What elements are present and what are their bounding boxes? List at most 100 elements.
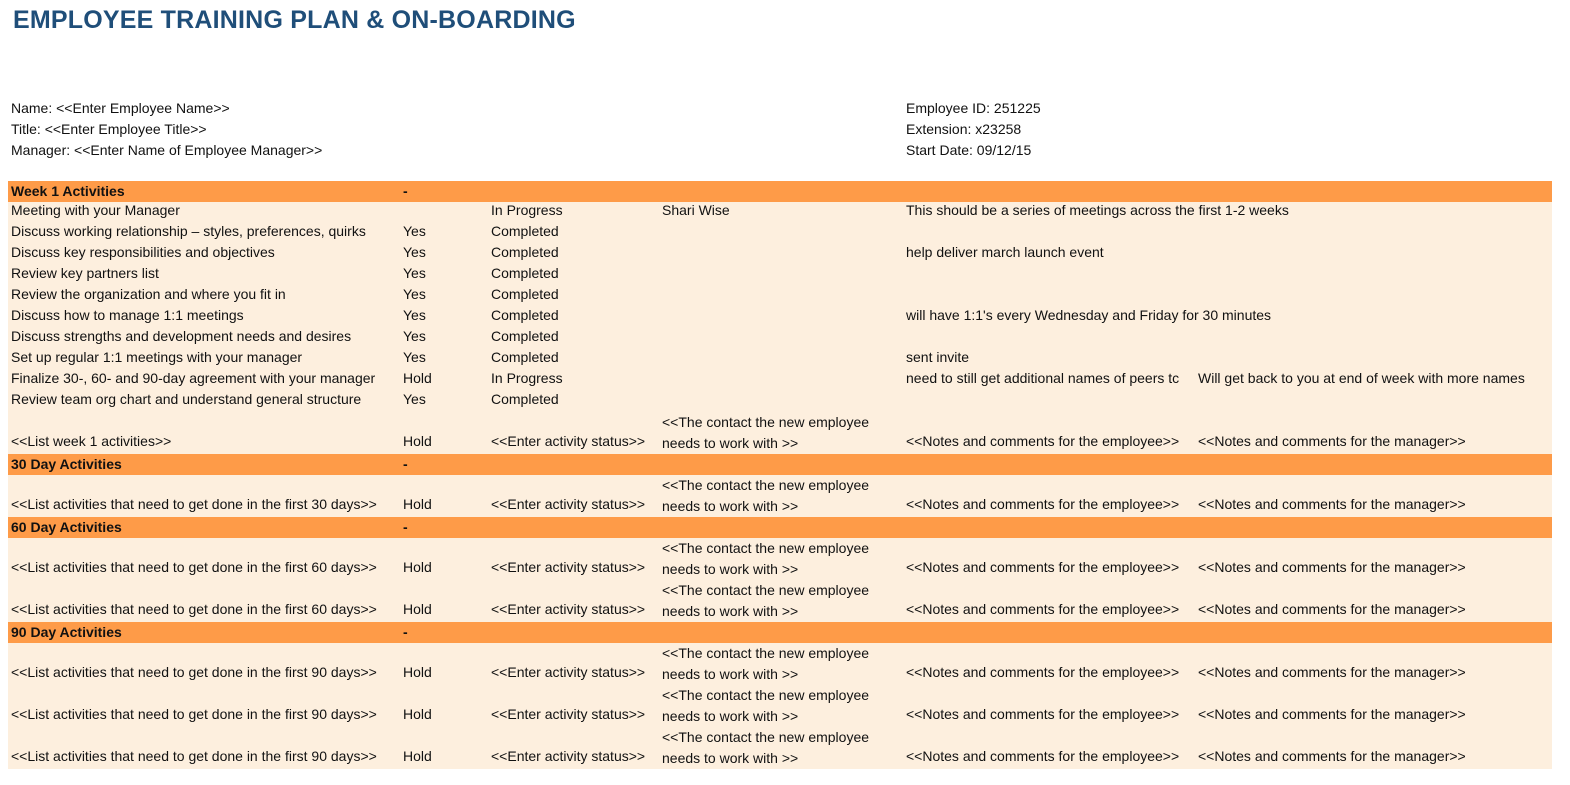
activity-cell[interactable]: <<List activities that need to get done … <box>11 746 377 767</box>
flag-cell[interactable]: Yes <box>403 326 426 347</box>
flag-cell[interactable]: Yes <box>403 305 426 326</box>
table-row: Discuss how to manage 1:1 meetings Yes Com… <box>8 307 1552 328</box>
status-cell[interactable]: In Progress <box>491 200 563 221</box>
contact-cell[interactable]: <<The contact the new employee needs to w… <box>662 643 869 685</box>
employee-manager-field[interactable]: Manager: <<Enter Name of Employee Manage… <box>11 140 322 161</box>
status-cell[interactable]: <<Enter activity status>> <box>491 494 645 515</box>
flag-cell[interactable]: Yes <box>403 242 426 263</box>
status-cell[interactable]: <<Enter activity status>> <box>491 557 645 578</box>
employee-notes-cell[interactable]: help deliver march launch event <box>906 242 1104 263</box>
status-cell[interactable]: <<Enter activity status>> <box>491 746 645 767</box>
flag-cell[interactable]: Hold <box>403 557 432 578</box>
employee-name-field[interactable]: Name: <<Enter Employee Name>> <box>11 98 322 119</box>
employee-notes-cell[interactable]: will have 1:1's every Wednesday and Frid… <box>906 305 1271 326</box>
activity-cell[interactable]: <<List activities that need to get done … <box>11 662 377 683</box>
activity-cell[interactable]: Meeting with your Manager <box>11 200 180 221</box>
contact-cell[interactable]: <<The contact the new employee needs to w… <box>662 580 869 622</box>
section-header: 30 Day Activities - <box>8 454 1552 475</box>
activity-cell[interactable]: <<List week 1 activities>> <box>11 431 171 452</box>
activity-cell[interactable]: Review the organization and where you fi… <box>11 284 286 305</box>
flag-cell[interactable]: Hold <box>403 431 432 452</box>
contact-cell[interactable]: <<The contact the new employee needs to w… <box>662 727 869 769</box>
activity-cell[interactable]: <<List activities that need to get done … <box>11 557 377 578</box>
activity-cell[interactable]: Review key partners list <box>11 263 159 284</box>
section-flag: - <box>403 183 408 199</box>
employee-notes-cell[interactable]: <<Notes and comments for the employee>> <box>906 599 1179 620</box>
flag-cell[interactable]: Hold <box>403 599 432 620</box>
flag-cell[interactable]: Yes <box>403 347 426 368</box>
status-cell[interactable]: Completed <box>491 305 559 326</box>
status-cell[interactable]: Completed <box>491 242 559 263</box>
activity-cell[interactable]: Review team org chart and understand gen… <box>11 389 361 410</box>
activity-cell[interactable]: Discuss strengths and development needs … <box>11 326 351 347</box>
manager-notes-cell[interactable]: <<Notes and comments for the manager>> <box>1198 494 1466 515</box>
flag-cell[interactable]: Hold <box>403 704 432 725</box>
status-cell[interactable]: Completed <box>491 326 559 347</box>
employee-notes-cell[interactable]: <<Notes and comments for the employee>> <box>906 746 1179 767</box>
flag-cell[interactable]: Hold <box>403 494 432 515</box>
activity-cell[interactable]: <<List activities that need to get done … <box>11 494 377 515</box>
table-row: <<List activities that need to get done … <box>8 685 1552 727</box>
contact-line: <<The contact the new employee <box>662 540 870 556</box>
manager-notes-cell[interactable]: <<Notes and comments for the manager>> <box>1198 662 1466 683</box>
table-row: Finalize 30-, 60- and 90-day agreement w… <box>8 370 1552 391</box>
flag-cell[interactable]: Yes <box>403 221 426 242</box>
status-cell[interactable]: Completed <box>491 221 559 242</box>
table-row: Review key partners list Yes Completed <box>8 265 1552 286</box>
employee-notes-cell[interactable]: <<Notes and comments for the employee>> <box>906 704 1179 725</box>
status-cell[interactable]: Completed <box>491 263 559 284</box>
flag-cell[interactable]: Hold <box>403 746 432 767</box>
flag-cell[interactable]: Hold <box>403 662 432 683</box>
table-row: <<List activities that need to get done … <box>8 643 1552 685</box>
employee-title-field[interactable]: Title: <<Enter Employee Title>> <box>11 119 322 140</box>
status-cell[interactable]: <<Enter activity status>> <box>491 704 645 725</box>
activity-cell[interactable]: Finalize 30-, 60- and 90-day agreement w… <box>11 368 375 389</box>
table-row: Review team org chart and understand gen… <box>8 391 1552 412</box>
employee-notes-cell[interactable]: <<Notes and comments for the employee>> <box>906 431 1179 452</box>
contact-cell[interactable]: <<The contact the new employee needs to w… <box>662 412 869 454</box>
contact-cell[interactable]: Shari Wise <box>662 200 730 221</box>
manager-notes-cell[interactable]: <<Notes and comments for the manager>> <box>1198 431 1466 452</box>
manager-notes-cell[interactable]: <<Notes and comments for the manager>> <box>1198 557 1466 578</box>
status-cell[interactable]: <<Enter activity status>> <box>491 662 645 683</box>
contact-cell[interactable]: <<The contact the new employee needs to w… <box>662 475 869 517</box>
section-title: 30 Day Activities <box>11 456 122 472</box>
manager-notes-cell[interactable]: <<Notes and comments for the manager>> <box>1198 746 1466 767</box>
flag-cell[interactable]: Yes <box>403 389 426 410</box>
flag-cell[interactable]: Hold <box>403 368 432 389</box>
activity-cell[interactable]: Discuss working relationship – styles, p… <box>11 221 366 242</box>
contact-cell[interactable]: <<The contact the new employee needs to w… <box>662 538 869 580</box>
manager-notes-cell[interactable]: <<Notes and comments for the manager>> <box>1198 599 1466 620</box>
start-date-field[interactable]: Start Date: 09/12/15 <box>906 140 1041 161</box>
activity-cell[interactable]: <<List activities that need to get done … <box>11 704 377 725</box>
status-cell[interactable]: Completed <box>491 284 559 305</box>
table-row: Discuss key responsibilities and objecti… <box>8 244 1552 265</box>
flag-cell[interactable]: Yes <box>403 284 426 305</box>
employee-notes-cell[interactable]: sent invite <box>906 347 969 368</box>
status-cell[interactable]: Completed <box>491 347 559 368</box>
manager-notes-cell[interactable]: <<Notes and comments for the manager>> <box>1198 704 1466 725</box>
table-row: <<List activities that need to get done … <box>8 727 1552 769</box>
activity-cell[interactable]: Set up regular 1:1 meetings with your ma… <box>11 347 302 368</box>
employee-notes-cell[interactable]: <<Notes and comments for the employee>> <box>906 494 1179 515</box>
table-row: Discuss working relationship – styles, p… <box>8 223 1552 244</box>
status-cell[interactable]: In Progress <box>491 368 563 389</box>
contact-line: needs to work with >> <box>662 750 799 766</box>
flag-cell[interactable]: Yes <box>403 263 426 284</box>
page-title: EMPLOYEE TRAINING PLAN & ON-BOARDING <box>13 6 576 34</box>
section-flag: - <box>403 456 408 472</box>
activity-cell[interactable]: Discuss key responsibilities and objecti… <box>11 242 275 263</box>
activity-cell[interactable]: <<List activities that need to get done … <box>11 599 377 620</box>
employee-id-field[interactable]: Employee ID: 251225 <box>906 98 1041 119</box>
activity-cell[interactable]: Discuss how to manage 1:1 meetings <box>11 305 244 326</box>
manager-notes-cell[interactable]: Will get back to you at end of week with… <box>1198 368 1525 389</box>
status-cell[interactable]: <<Enter activity status>> <box>491 599 645 620</box>
employee-notes-cell[interactable]: <<Notes and comments for the employee>> <box>906 662 1179 683</box>
status-cell[interactable]: <<Enter activity status>> <box>491 431 645 452</box>
employee-notes-cell[interactable]: <<Notes and comments for the employee>> <box>906 557 1179 578</box>
status-cell[interactable]: Completed <box>491 389 559 410</box>
extension-field[interactable]: Extension: x23258 <box>906 119 1041 140</box>
contact-cell[interactable]: <<The contact the new employee needs to w… <box>662 685 869 727</box>
employee-notes-cell[interactable]: This should be a series of meetings acro… <box>906 200 1289 221</box>
employee-notes-cell[interactable]: need to still get additional names of pe… <box>906 368 1179 389</box>
